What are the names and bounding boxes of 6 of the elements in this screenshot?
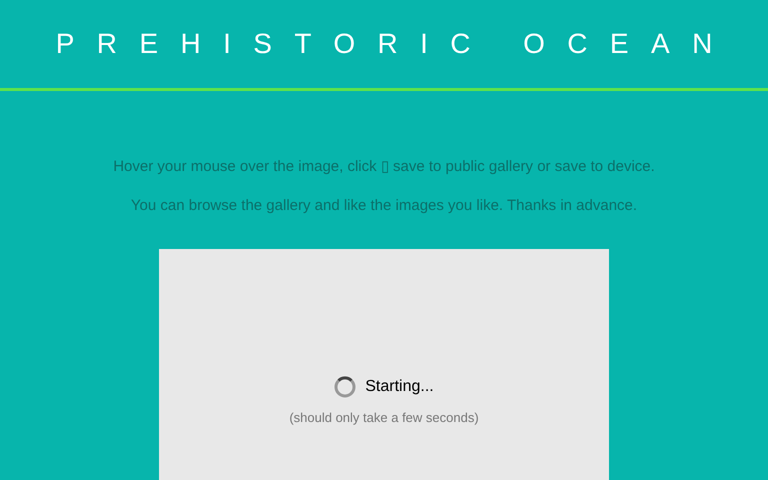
instruction-text: Hover your mouse over the image, click ▯ save to public gallery or save to device. <box>113 157 655 177</box>
instruction-text: You can browse the gallery and like the images you like. Thanks in advance. <box>130 196 638 216</box>
spinner-icon <box>334 376 356 398</box>
note-text: (should only take a few seconds) <box>289 409 479 427</box>
site-title: PREHISTORIC OCEAN <box>56 27 735 61</box>
status-text: Starting... <box>365 377 434 397</box>
